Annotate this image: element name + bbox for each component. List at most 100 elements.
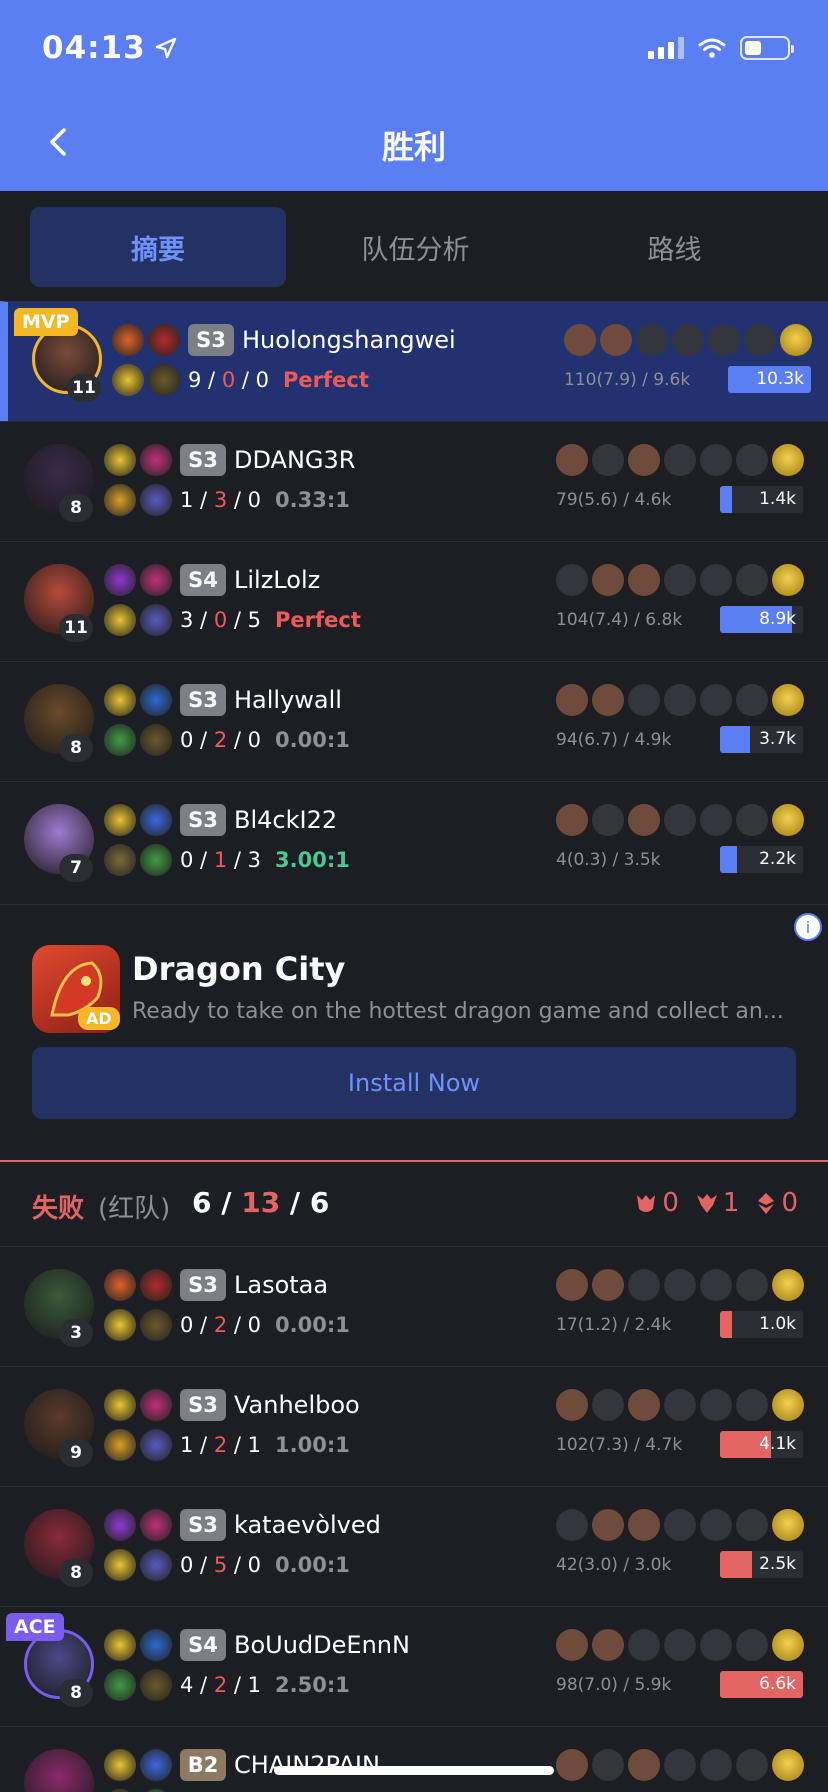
trinket-ward-icon [772,564,804,596]
item-slot [664,444,696,476]
rune-secondary-icon [140,604,172,636]
tab-team-analysis[interactable]: 队伍分析 [286,207,545,287]
clock: 04:13 [42,30,146,66]
ad-info-icon[interactable]: i [794,913,822,941]
summoner-spell-icon [140,444,172,476]
item-slot [628,1629,660,1661]
player-row[interactable]: 11 MVP S3 Huolongshangwei 9 / 0 / 0 Perfe… [0,301,828,421]
item-build [556,804,804,836]
ad-banner[interactable]: i AD Dragon City Ready to take on the ho… [0,904,828,1157]
player-kda: 0 / 2 / 0 0.00:1 [180,1313,350,1337]
rune-primary-icon [112,364,144,396]
player-kda: 0 / 5 / 0 0.00:1 [180,1553,350,1577]
kda-ratio: 0.00:1 [275,1553,350,1577]
tab-bar: 摘要 队伍分析 路线 [0,191,828,301]
player-name: CHAIN2PAIN [234,1751,380,1779]
damage-bar: 10.3k [728,366,811,393]
item-slot [736,1269,768,1301]
item-slot [700,1509,732,1541]
trinket-ward-icon [772,1749,804,1781]
item-slot [736,684,768,716]
item-slot [556,1749,588,1781]
tower-icon [758,1193,775,1214]
player-name: Huolongshangwei [242,326,456,354]
item-slot [664,1389,696,1421]
item-slot [708,324,740,356]
item-slot [664,1629,696,1661]
wifi-icon [698,38,726,58]
item-slot [556,1629,588,1661]
damage-value: 3.7k [759,729,796,749]
champion-level: 9 [59,1439,93,1467]
item-slot [736,1629,768,1661]
item-slot [736,1509,768,1541]
rune-secondary-icon [148,364,180,396]
summoner-spell-icon [112,324,144,356]
player-name: Bl4ckI22 [234,806,338,834]
damage-value: 8.9k [759,609,796,629]
cs-gold-stat: 79(5.6) / 4.6k [556,490,672,510]
item-slot [556,564,588,596]
rank-badge: S3 [180,1509,226,1541]
item-build [556,1749,804,1781]
rank-badge: S3 [188,324,234,356]
kda-ratio: 0.33:1 [275,488,350,512]
rune-secondary-icon [140,484,172,516]
player-row[interactable]: 9 S3 Vanhelboo 1 / 2 / 1 1.00:1 102(7.3) … [0,1366,828,1486]
item-slot [672,324,704,356]
player-row[interactable]: 7 S3 Bl4ckI22 0 / 1 / 3 3.00:1 4(0.3) / 3… [0,781,828,901]
item-slot [664,804,696,836]
player-row[interactable]: 11 S4 LilzLolz 3 / 0 / 5 Perfect 104(7.4)… [0,541,828,661]
player-name: DDANG3R [234,446,356,474]
rune-secondary-icon [140,1309,172,1341]
tab-route[interactable]: 路线 [545,207,804,287]
summoner-spell-icon [104,444,136,476]
player-row[interactable]: 8 S3 DDANG3R 1 / 3 / 0 0.33:1 79(5.6) / 4… [0,421,828,541]
damage-value: 4.1k [759,1434,796,1454]
objective-tower: 0 [755,1188,798,1218]
item-slot [700,1269,732,1301]
item-slot [592,1629,624,1661]
player-row[interactable]: 8 S3 kataevòlved 0 / 5 / 0 0.00:1 42(3.0)… [0,1486,828,1606]
item-build [556,564,804,596]
trinket-ward-icon [772,1629,804,1661]
summoner-spell-icon [140,1629,172,1661]
cs-gold-stat: 4(0.3) / 3.5k [556,850,661,870]
rune-primary-icon [104,484,136,516]
mvp-badge: MVP [14,308,78,336]
tab-summary[interactable]: 摘要 [30,207,286,287]
summoner-spell-icon [140,564,172,596]
item-build [556,684,804,716]
summoner-spell-icon [104,1509,136,1541]
player-row[interactable]: B2 CHAIN2PAIN [0,1726,828,1792]
item-slot [700,1629,732,1661]
cs-gold-stat: 17(1.2) / 2.4k [556,1315,672,1335]
trinket-ward-icon [772,684,804,716]
champion-level: 3 [59,1319,93,1347]
item-build [556,1389,804,1421]
cs-gold-stat: 94(6.7) / 4.9k [556,730,672,750]
player-row[interactable]: 3 S3 Lasotaa 0 / 2 / 0 0.00:1 17(1.2) / 2… [0,1246,828,1366]
player-kda: 3 / 0 / 5 Perfect [180,608,361,632]
summoner-spell-icon [140,684,172,716]
item-slot [628,804,660,836]
rune-primary-icon [104,1549,136,1581]
location-arrow-icon [155,37,176,59]
trinket-ward-icon [772,1389,804,1421]
ad-label-badge: AD [78,1007,120,1030]
summoner-spell-icon [140,1509,172,1541]
item-slot [664,684,696,716]
player-row[interactable]: 8 S3 Hallywall 0 / 2 / 0 0.00:1 94(6.7) /… [0,661,828,781]
item-slot [736,804,768,836]
install-now-button[interactable]: Install Now [32,1047,796,1119]
rune-secondary-icon [140,1429,172,1461]
rank-badge: S3 [180,1389,226,1421]
rune-primary-icon [104,1429,136,1461]
item-build [556,444,804,476]
cs-gold-stat: 110(7.9) / 9.6k [564,370,691,390]
player-row[interactable]: 8 ACE S4 BoUudDeEnnN 4 / 2 / 1 2.50:1 98(… [0,1606,828,1726]
damage-bar: 2.2k [720,846,803,873]
trinket-ward-icon [772,444,804,476]
champion-level: 11 [67,374,101,402]
item-slot [700,564,732,596]
